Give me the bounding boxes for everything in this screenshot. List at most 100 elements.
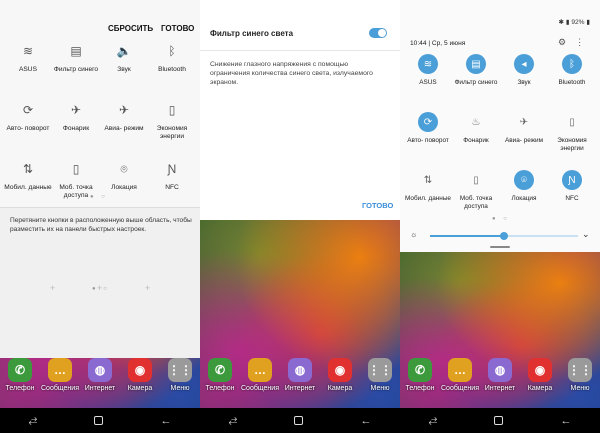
done-button[interactable]: ГОТОВО bbox=[362, 201, 393, 210]
recents-icon[interactable]: ⥄ bbox=[29, 414, 38, 427]
app-label: Меню bbox=[370, 385, 390, 392]
dock-app[interactable]: ⋮⋮ Меню bbox=[361, 358, 399, 404]
wifi-icon: ≋ bbox=[418, 54, 438, 74]
dock-app[interactable]: ◍ Интернет bbox=[481, 358, 519, 404]
brightness-slider[interactable] bbox=[500, 232, 508, 240]
airplane-icon: ✈ bbox=[118, 103, 130, 117]
panel-blue-filter: Фильтр синего света Снижение глазного на… bbox=[200, 0, 400, 433]
quick-tile[interactable]: ᛒ Bluetooth bbox=[148, 40, 196, 90]
gear-icon[interactable]: ⚙ bbox=[558, 37, 575, 47]
dock-app[interactable]: ✆ Телефон bbox=[401, 358, 439, 404]
brightness-row: ☼ ⌄ bbox=[410, 229, 592, 242]
blue-filter-icon: ▤ bbox=[466, 54, 486, 74]
tile-label: Звук bbox=[517, 79, 531, 86]
back-icon[interactable]: ← bbox=[560, 415, 571, 427]
quick-tile[interactable]: Ɲ NFC bbox=[548, 170, 596, 222]
home-icon[interactable] bbox=[94, 416, 104, 425]
quick-tile[interactable]: ▤ Фильтр синего bbox=[52, 40, 100, 90]
page-indicator: ● ○ bbox=[92, 286, 110, 292]
brightness-fill bbox=[430, 235, 504, 237]
tile-label: Авиа- режим bbox=[104, 125, 144, 132]
quick-tile[interactable]: ◂ Звук bbox=[500, 54, 548, 106]
location-icon: ⌾ bbox=[514, 170, 534, 190]
quick-tile[interactable]: ✈ Авиа- режим bbox=[500, 112, 548, 164]
app-icon: ✆ bbox=[8, 358, 32, 382]
quick-tile[interactable]: 🔈 Звук bbox=[100, 40, 148, 90]
app-label: Сообщения bbox=[41, 385, 79, 392]
tile-label: Авиа- режим bbox=[505, 137, 543, 144]
recents-icon[interactable]: ⥄ bbox=[229, 414, 238, 427]
quick-tile[interactable]: ≋ ASUS bbox=[404, 54, 452, 106]
quick-tile[interactable]: ✈ Авиа- режим bbox=[100, 99, 148, 149]
quick-tile[interactable]: ⌾ Локация bbox=[100, 158, 148, 208]
quick-tile[interactable]: ⟳ Авто- поворот bbox=[404, 112, 452, 164]
flashlight-icon: ♨ bbox=[471, 116, 481, 128]
app-icon: ⋮⋮ bbox=[368, 358, 392, 382]
tile-label: Bluetooth bbox=[558, 79, 586, 86]
dock-app[interactable]: ⋮⋮ Меню bbox=[161, 358, 199, 404]
tile-label: NFC bbox=[165, 184, 179, 191]
tile-label: ASUS bbox=[19, 66, 37, 73]
quick-tile[interactable]: ⇅ Мобил. данные bbox=[404, 170, 452, 222]
dock-app[interactable]: ◍ Интернет bbox=[81, 358, 119, 404]
rotate-icon: ⟳ bbox=[22, 103, 34, 117]
drag-handle[interactable] bbox=[490, 246, 510, 248]
quick-tile[interactable]: ⇅ Мобил. данные bbox=[4, 158, 52, 208]
reset-button[interactable]: СБРОСИТЬ bbox=[108, 24, 153, 33]
dock-app[interactable]: … Сообщения bbox=[41, 358, 79, 404]
dock-app[interactable]: ◉ Камера bbox=[521, 358, 559, 404]
dock-app[interactable]: ◍ Интернет bbox=[281, 358, 319, 404]
home-icon[interactable] bbox=[294, 416, 304, 425]
dock-app[interactable]: … Сообщения bbox=[441, 358, 479, 404]
nav-bar: ⥄ ← bbox=[200, 408, 400, 433]
back-icon[interactable]: ← bbox=[160, 415, 171, 427]
dock-app[interactable]: ◉ Камера bbox=[321, 358, 359, 404]
drop-area[interactable]: Перетяните кнопки в расположенную выше о… bbox=[0, 207, 200, 358]
dock-app[interactable]: ◉ Камера bbox=[121, 358, 159, 404]
quick-tile[interactable]: ▯ Экономия энергии bbox=[548, 112, 596, 164]
tile-label: NFC bbox=[565, 195, 579, 202]
plus-icon: + bbox=[50, 283, 56, 293]
quick-tile[interactable]: ✈ Фонарик bbox=[52, 99, 100, 149]
app-icon: ◍ bbox=[488, 358, 512, 382]
nav-bar: ⥄ ← bbox=[400, 408, 600, 433]
dock-app[interactable]: ✆ Телефон bbox=[201, 358, 239, 404]
nfc-icon: Ɲ bbox=[562, 170, 582, 190]
quick-tile[interactable]: ▤ Фильтр синего bbox=[452, 54, 500, 106]
battery-icon: ▯ bbox=[168, 103, 176, 117]
bluetooth-icon: ᛒ bbox=[562, 54, 582, 74]
dock-app[interactable]: ⋮⋮ Меню bbox=[561, 358, 599, 404]
nav-bar: ⥄ ← bbox=[0, 408, 200, 433]
app-label: Сообщения bbox=[241, 385, 279, 392]
quick-tile[interactable]: ⌾ Локация bbox=[500, 170, 548, 222]
done-button[interactable]: ГОТОВО bbox=[161, 24, 194, 33]
blue-filter-dialog: Фильтр синего света Снижение глазного на… bbox=[200, 0, 400, 220]
more-icon[interactable]: ⋮ bbox=[575, 37, 593, 47]
home-icon[interactable] bbox=[494, 416, 504, 425]
bluetooth-icon: ✱ bbox=[558, 19, 564, 26]
app-icon: ◉ bbox=[328, 358, 352, 382]
blue-filter-toggle[interactable] bbox=[369, 28, 387, 38]
dock-app[interactable]: ✆ Телефон bbox=[1, 358, 39, 404]
quick-tile[interactable]: ≋ ASUS bbox=[4, 40, 52, 90]
quick-tile[interactable]: ᛒ Bluetooth bbox=[548, 54, 596, 106]
dock-app[interactable]: … Сообщения bbox=[241, 358, 279, 404]
quick-tile[interactable]: Ɲ NFC bbox=[148, 158, 196, 208]
quick-tile[interactable]: ▯ Экономия энергии bbox=[148, 99, 196, 149]
quick-tile[interactable]: ▯ Моб. точка доступа bbox=[452, 170, 500, 222]
app-label: Сообщения bbox=[441, 385, 479, 392]
app-label: Телефон bbox=[405, 385, 435, 392]
app-icon: … bbox=[48, 358, 72, 382]
page-indicator: ● ○ bbox=[492, 216, 510, 222]
chevron-down-icon[interactable]: ⌄ bbox=[582, 229, 590, 240]
quick-tile[interactable]: ▯ Моб. точка доступа bbox=[52, 158, 100, 208]
recents-icon[interactable]: ⥄ bbox=[429, 414, 438, 427]
edit-sheet: СБРОСИТЬ ГОТОВО ≋ ASUS ▤ Фильтр синего 🔈 Звук… bbox=[0, 0, 200, 358]
quick-tile[interactable]: ⟳ Авто- поворот bbox=[4, 99, 52, 149]
brightness-icon: ☼ bbox=[410, 230, 418, 239]
bluetooth-icon: ᛒ bbox=[168, 44, 176, 58]
panel-edit-quick-settings: СБРОСИТЬ ГОТОВО ≋ ASUS ▤ Фильтр синего 🔈 Звук… bbox=[0, 0, 200, 433]
back-icon[interactable]: ← bbox=[360, 415, 371, 427]
date-time: 10:44 | Ср, 5 июня bbox=[410, 40, 466, 47]
quick-tile[interactable]: ♨ Фонарик bbox=[452, 112, 500, 164]
